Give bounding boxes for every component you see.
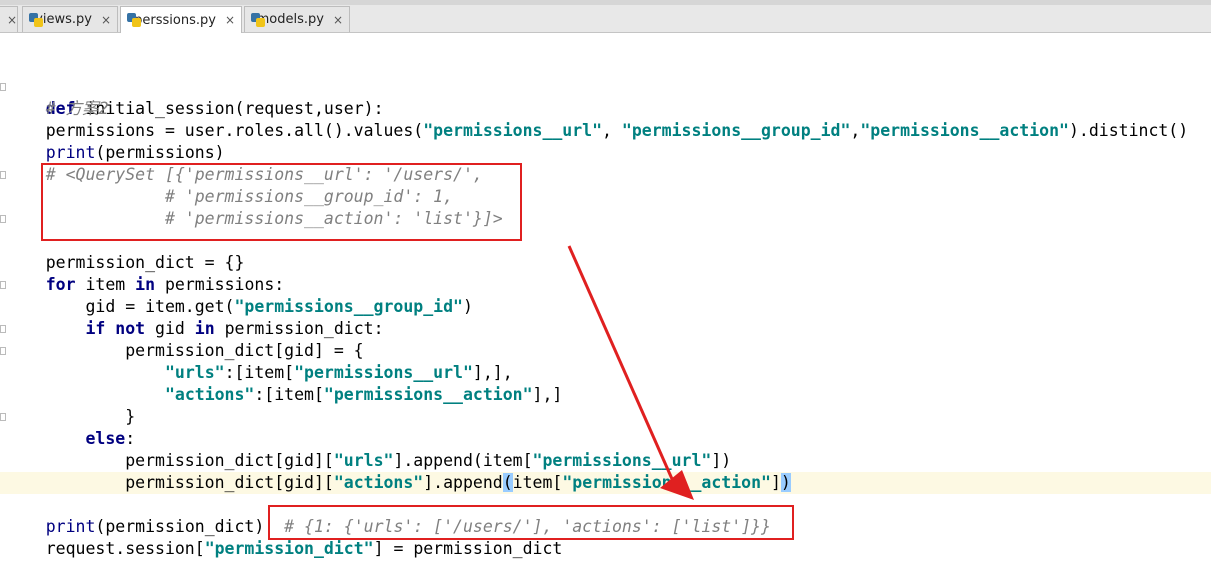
annotation-arrow — [567, 245, 694, 500]
arrow-shaft — [567, 245, 678, 489]
arrow-head — [660, 470, 694, 500]
